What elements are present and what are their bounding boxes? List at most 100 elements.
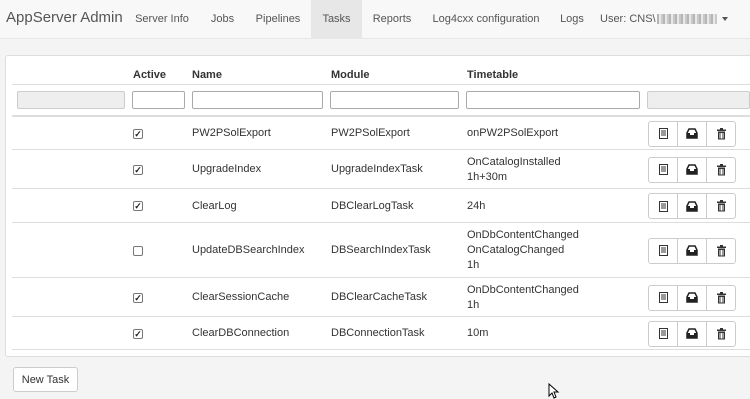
active-checkbox[interactable]: ✓ bbox=[133, 201, 143, 211]
nav-tasks[interactable]: Tasks bbox=[311, 0, 362, 38]
header-name: Name bbox=[192, 69, 222, 81]
user-menu[interactable]: User: CNS\ bbox=[600, 0, 740, 38]
user-name-redacted bbox=[656, 14, 717, 25]
details-icon bbox=[658, 292, 669, 303]
open-button[interactable] bbox=[677, 237, 707, 264]
nav-jobs[interactable]: Jobs bbox=[200, 0, 245, 38]
trash-icon bbox=[716, 291, 727, 304]
inbox-icon bbox=[686, 128, 698, 139]
filter-module-input[interactable] bbox=[330, 91, 459, 109]
filter-name-input[interactable] bbox=[192, 91, 323, 109]
inbox-icon bbox=[686, 292, 698, 303]
details-icon bbox=[658, 328, 669, 339]
details-button[interactable] bbox=[648, 320, 678, 347]
delete-button[interactable] bbox=[706, 237, 736, 264]
details-button[interactable] bbox=[648, 284, 678, 311]
task-name: PW2PSolExport bbox=[192, 127, 271, 139]
details-icon bbox=[658, 245, 669, 256]
task-name: ClearLog bbox=[192, 199, 237, 212]
task-timetable: OnCatalogInstalled 1h+30m bbox=[467, 155, 561, 185]
delete-button[interactable] bbox=[706, 284, 736, 311]
details-button[interactable] bbox=[648, 156, 678, 183]
details-icon bbox=[658, 164, 669, 175]
row-actions bbox=[648, 320, 738, 347]
timetable-line: 24h bbox=[467, 199, 486, 212]
inbox-icon bbox=[686, 200, 698, 212]
table-row: ✓ ClearLog DBClearLogTask 24h bbox=[12, 189, 750, 223]
inbox-icon bbox=[686, 245, 698, 256]
active-checkbox[interactable] bbox=[133, 245, 143, 256]
details-button[interactable] bbox=[648, 120, 678, 147]
timetable-line: OnCatalogInstalled bbox=[467, 155, 561, 168]
task-module: DBConnectionTask bbox=[331, 327, 425, 339]
task-name: UpdateDBSearchIndex bbox=[192, 244, 305, 256]
header-active: Active bbox=[133, 69, 167, 81]
delete-button[interactable] bbox=[706, 156, 736, 183]
active-checkbox[interactable]: ✓ bbox=[133, 164, 143, 175]
details-icon bbox=[658, 128, 669, 139]
table-row: ✓ UpgradeIndex UpgradeIndexTask OnCatalogIn… bbox=[12, 150, 750, 189]
row-actions bbox=[648, 120, 738, 147]
open-button[interactable] bbox=[677, 193, 707, 219]
trash-icon bbox=[716, 200, 727, 212]
open-button[interactable] bbox=[677, 284, 707, 311]
row-actions bbox=[648, 237, 738, 264]
nav-logs[interactable]: Logs bbox=[550, 0, 594, 38]
task-timetable: 10m bbox=[467, 326, 488, 341]
details-button[interactable] bbox=[648, 237, 678, 264]
inbox-icon bbox=[686, 164, 698, 175]
inbox-icon bbox=[686, 328, 698, 339]
nav-reports[interactable]: Reports bbox=[362, 0, 422, 38]
table-row: UpdateDBSearchIndex DBSearchIndexTask OnDb… bbox=[12, 223, 750, 278]
delete-button[interactable] bbox=[706, 120, 736, 147]
timetable-line: 1h bbox=[467, 298, 480, 311]
timetable-line: 10m bbox=[467, 327, 489, 339]
active-checkbox[interactable]: ✓ bbox=[133, 292, 143, 303]
timetable-line: OnDbContentChanged bbox=[467, 283, 579, 296]
trash-icon bbox=[716, 244, 727, 257]
task-module: PW2PSolExport bbox=[331, 127, 410, 139]
task-timetable: onPW2PSolExport bbox=[467, 126, 558, 141]
open-button[interactable] bbox=[677, 320, 707, 347]
active-checkbox[interactable]: ✓ bbox=[133, 328, 143, 339]
user-label: User: CNS\ bbox=[600, 13, 656, 25]
timetable-line: 1h bbox=[467, 259, 480, 271]
trash-icon bbox=[716, 327, 727, 340]
open-button[interactable] bbox=[677, 156, 707, 183]
caret-down-icon bbox=[721, 17, 728, 22]
delete-button[interactable] bbox=[706, 320, 736, 347]
row-actions bbox=[648, 193, 738, 219]
trash-icon bbox=[716, 163, 727, 176]
filter-active-input[interactable] bbox=[132, 91, 185, 109]
details-button[interactable] bbox=[648, 193, 678, 219]
trash-icon bbox=[716, 127, 727, 140]
filter-disabled-last bbox=[647, 91, 750, 109]
task-name: ClearSessionCache bbox=[192, 291, 290, 303]
row-actions bbox=[648, 156, 738, 183]
task-module: UpgradeIndexTask bbox=[331, 163, 423, 175]
task-timetable: OnDbContentChanged 1h bbox=[467, 283, 579, 313]
timetable-line: 1h+30m bbox=[467, 170, 508, 183]
table-row: ✓ ClearSessionCache DBClearCacheTask OnDbCo… bbox=[12, 278, 750, 317]
nav-log4cxx-configuration[interactable]: Log4cxx configuration bbox=[422, 0, 550, 38]
table-row: ✓ PW2PSolExport PW2PSolExport onPW2PSolExpo… bbox=[12, 117, 750, 150]
filter-disabled-first bbox=[17, 91, 125, 109]
open-button[interactable] bbox=[677, 120, 707, 147]
table-row: ✓ ClearDBConnection DBConnectionTask 10m bbox=[12, 317, 750, 350]
timetable-line: OnCatalogChanged bbox=[467, 244, 565, 256]
filter-timetable-input[interactable] bbox=[466, 91, 640, 109]
task-timetable: 24h bbox=[467, 199, 485, 214]
delete-button[interactable] bbox=[706, 193, 736, 219]
nav-server-info[interactable]: Server Info bbox=[124, 0, 200, 38]
header-module: Module bbox=[331, 69, 370, 81]
task-name: ClearDBConnection bbox=[192, 327, 290, 339]
task-module: DBClearLogTask bbox=[331, 199, 414, 212]
new-task-button[interactable]: New Task bbox=[13, 367, 78, 392]
task-name: UpgradeIndex bbox=[192, 163, 262, 175]
app-brand[interactable]: AppServer Admin bbox=[6, 9, 123, 26]
timetable-line: OnDbContentChanged bbox=[467, 229, 579, 241]
nav-pipelines[interactable]: Pipelines bbox=[245, 0, 311, 38]
active-checkbox[interactable]: ✓ bbox=[133, 128, 143, 139]
task-module: DBSearchIndexTask bbox=[331, 244, 431, 256]
row-actions bbox=[648, 284, 738, 311]
